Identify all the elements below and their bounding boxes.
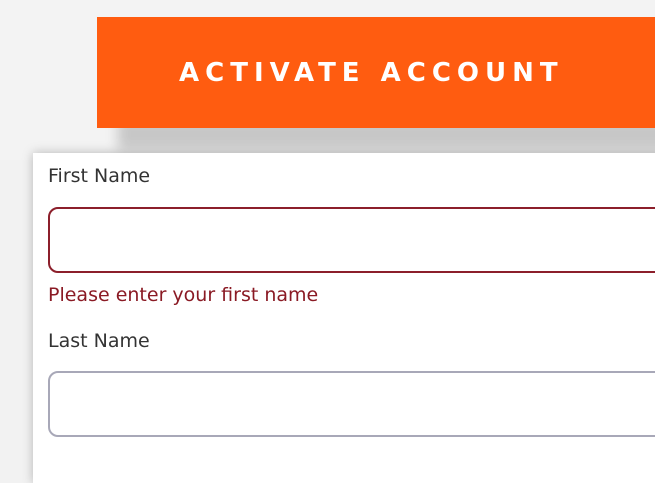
first-name-field[interactable] [48,207,655,273]
last-name-field[interactable] [48,371,655,437]
first-name-label: First Name [48,165,151,187]
page-title: ACTIVATE ACCOUNT [179,57,564,88]
activate-account-banner: ACTIVATE ACCOUNT [97,17,655,128]
last-name-label: Last Name [48,330,150,352]
activation-form: First Name Please enter your first name … [33,153,655,483]
first-name-error-message: Please enter your first name [48,284,319,306]
